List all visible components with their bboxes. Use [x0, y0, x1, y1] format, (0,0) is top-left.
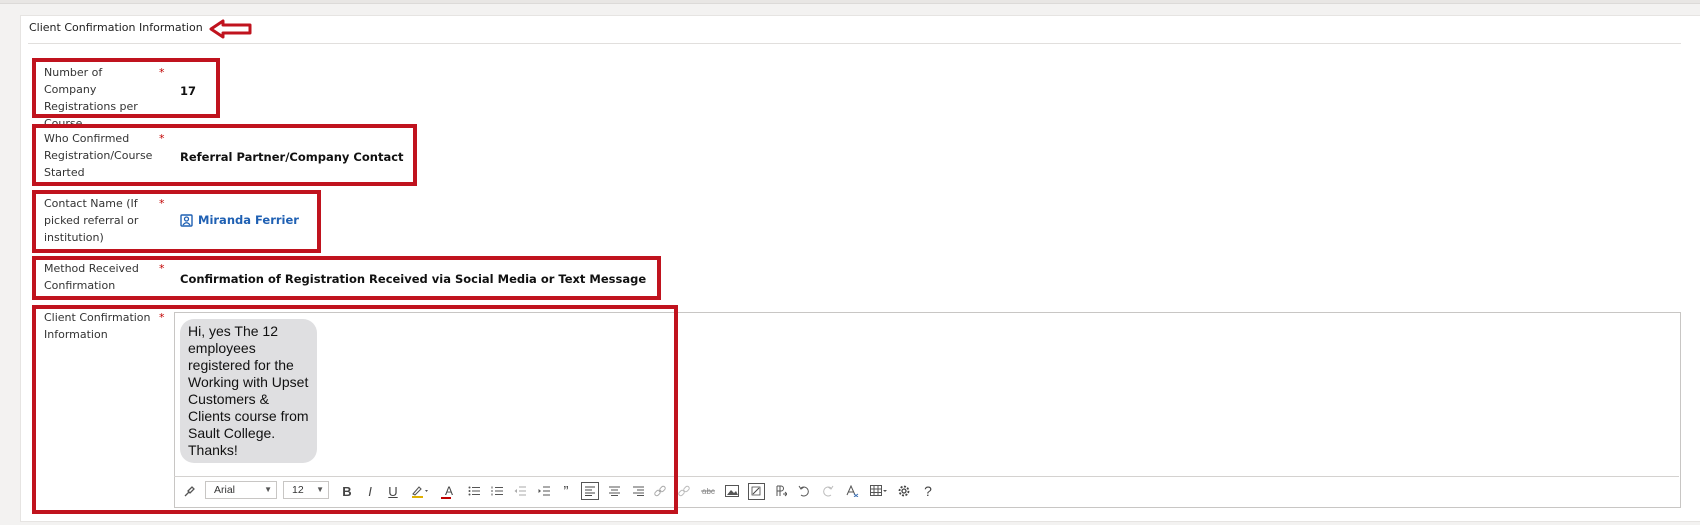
source-view-icon[interactable] [747, 478, 765, 504]
top-border [0, 0, 1700, 4]
image-icon[interactable] [723, 478, 741, 504]
annotation-arrow-icon [209, 19, 252, 39]
redo-icon[interactable] [819, 478, 837, 504]
annotation-box-who-confirmed [32, 124, 417, 186]
annotation-box-registrations [32, 58, 220, 118]
help-button[interactable]: ? [919, 478, 937, 504]
annotation-box-method [32, 256, 661, 300]
annotation-box-contact-name [32, 190, 321, 253]
undo-icon[interactable] [795, 478, 813, 504]
section-title: Client Confirmation Information [29, 21, 203, 34]
text-direction-icon[interactable] [771, 478, 789, 504]
strikethrough-icon[interactable]: abc [699, 478, 717, 504]
gear-icon[interactable] [895, 478, 913, 504]
table-icon[interactable] [867, 478, 891, 504]
clear-formatting-icon[interactable] [843, 478, 861, 504]
section-divider [28, 43, 1681, 44]
annotation-box-confirmation-info [32, 305, 678, 514]
